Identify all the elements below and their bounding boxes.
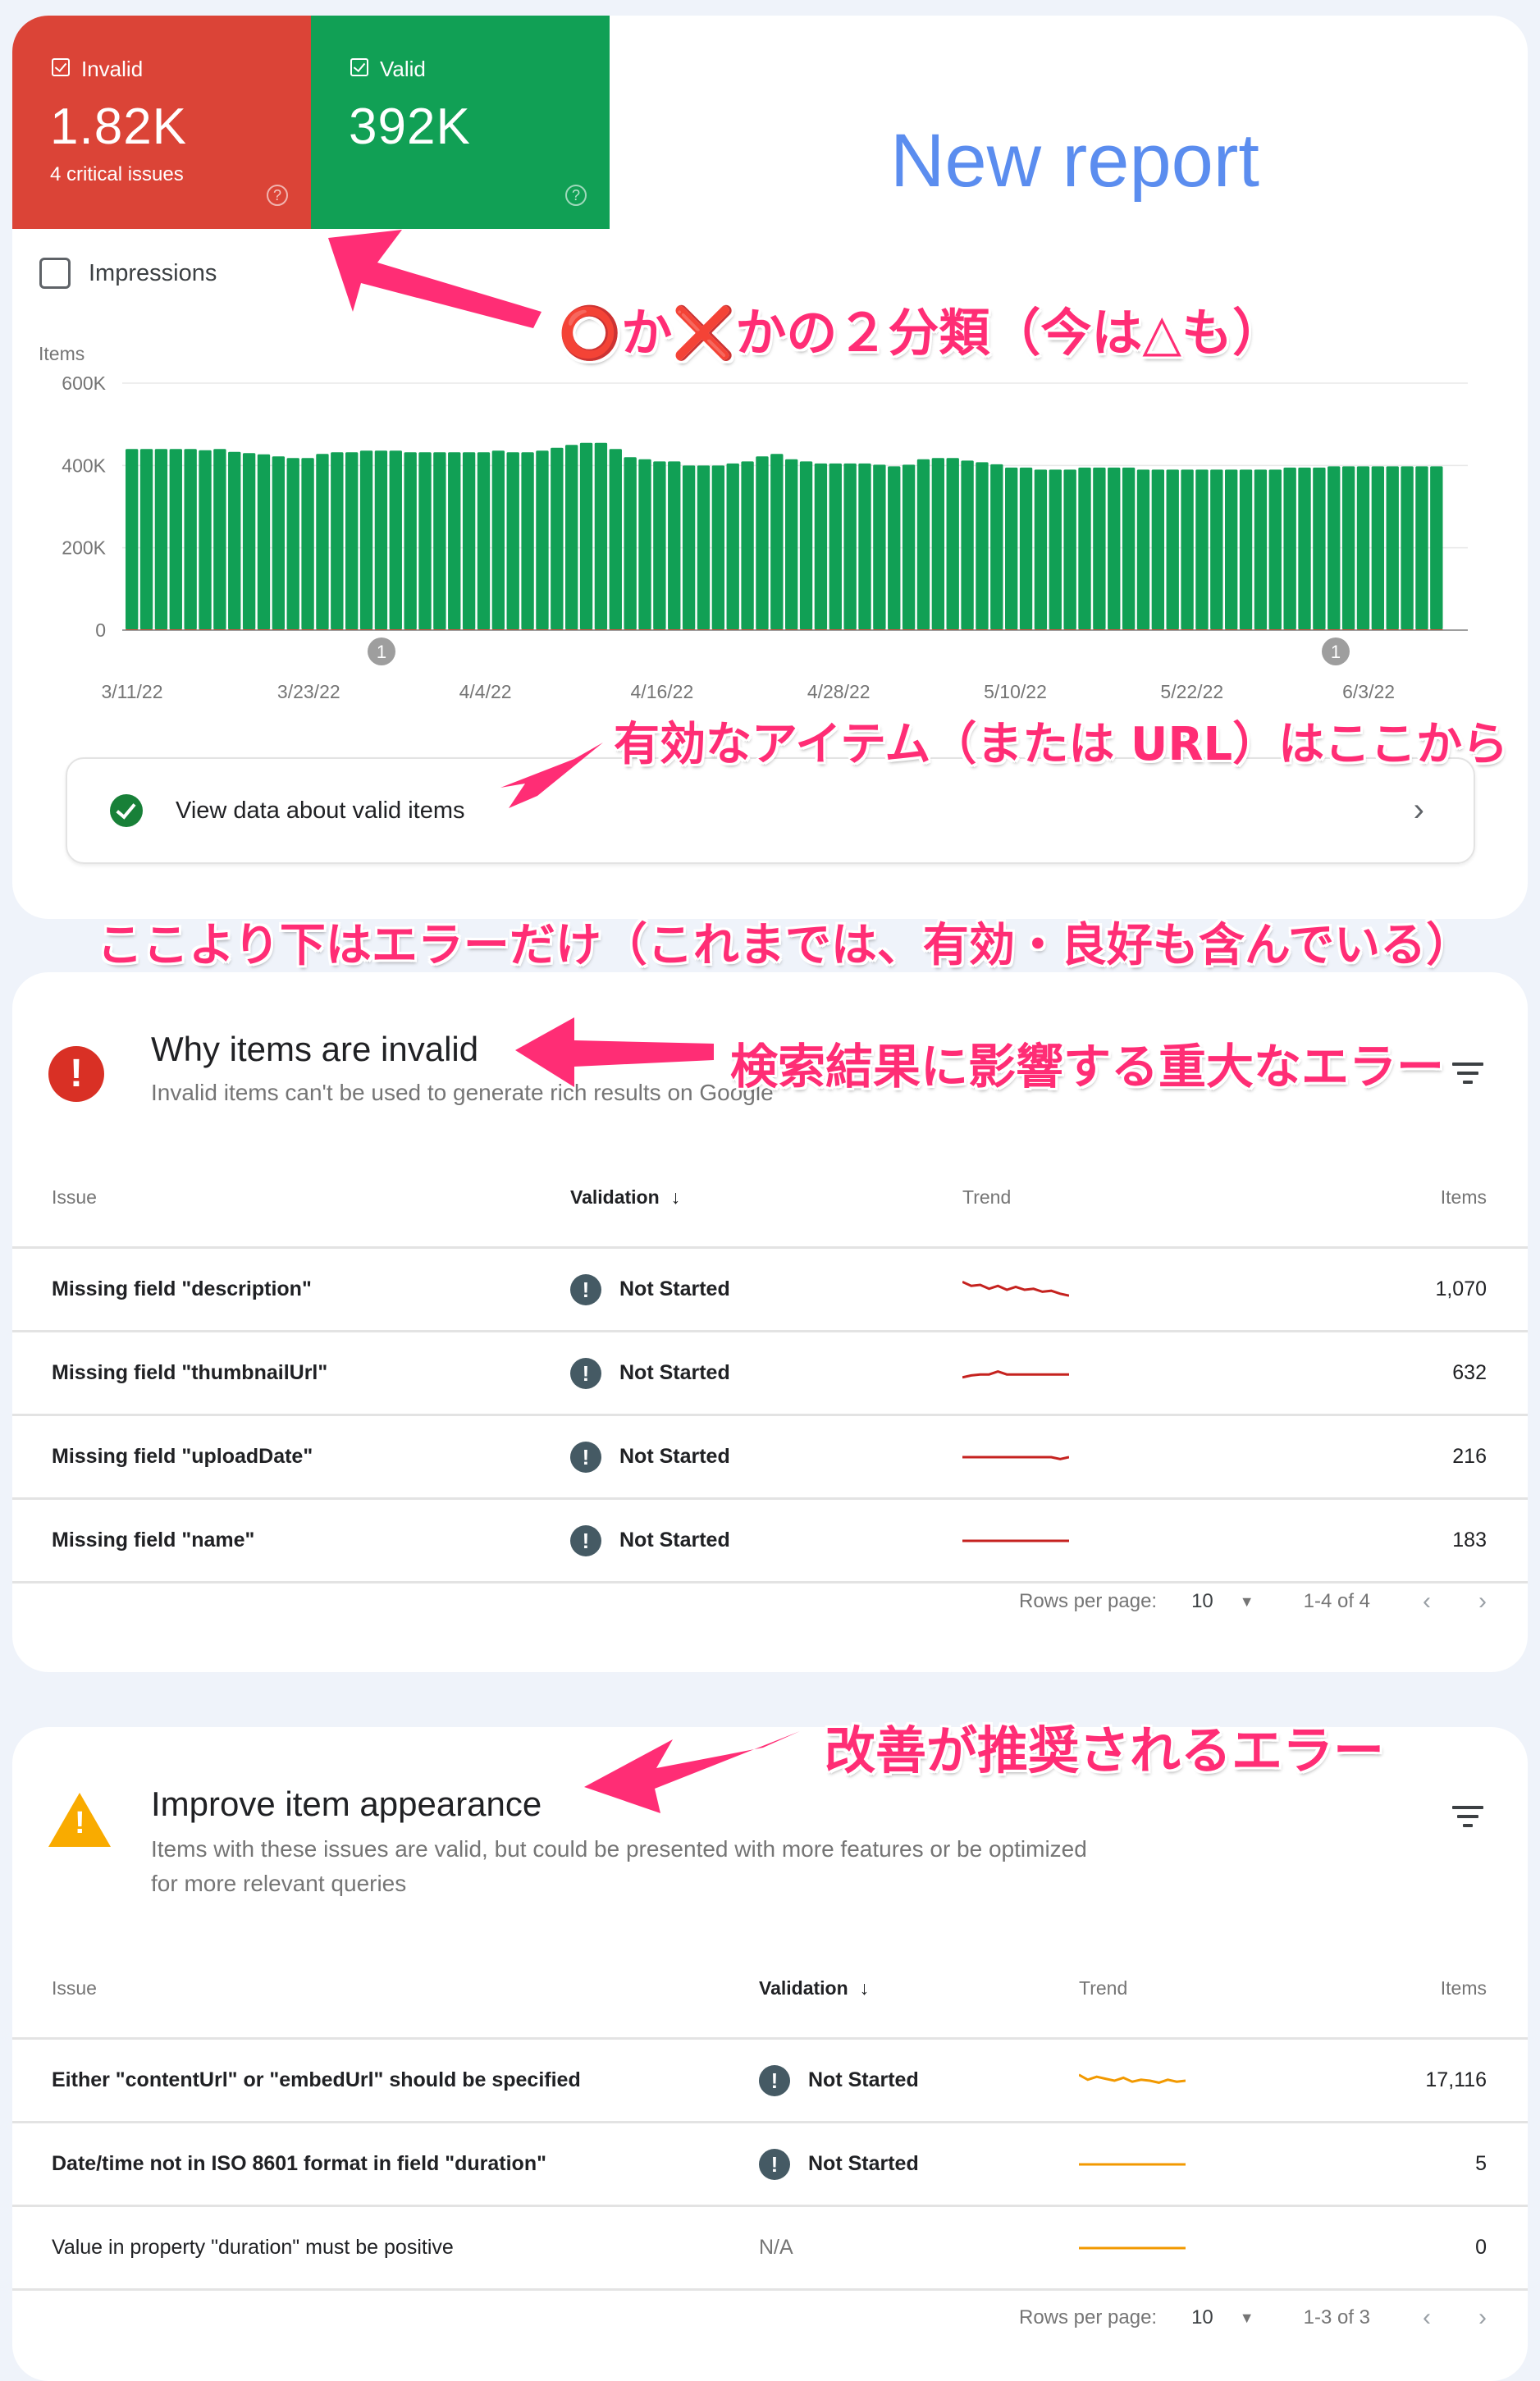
annotation-two-categories: ⭕か❌かの２分類（今は△も） <box>558 303 1284 363</box>
annotation-arrow <box>328 230 542 328</box>
annotation-critical-errors: 検索結果に影響する重大なエラー <box>730 1039 1445 1095</box>
annotation-arrow <box>515 1017 714 1087</box>
annotation-valid-here: 有効なアイテム（または URL）はここから <box>614 718 1509 771</box>
annotation-recommended-errors: 改善が推奨されるエラー <box>825 1721 1385 1780</box>
annotation-arrow <box>584 1731 800 1813</box>
annotation-arrow <box>500 743 603 808</box>
annotation-errors-below: ここより下はエラーだけ（これまでは、有効・良好も含んでいる） <box>97 919 1473 972</box>
